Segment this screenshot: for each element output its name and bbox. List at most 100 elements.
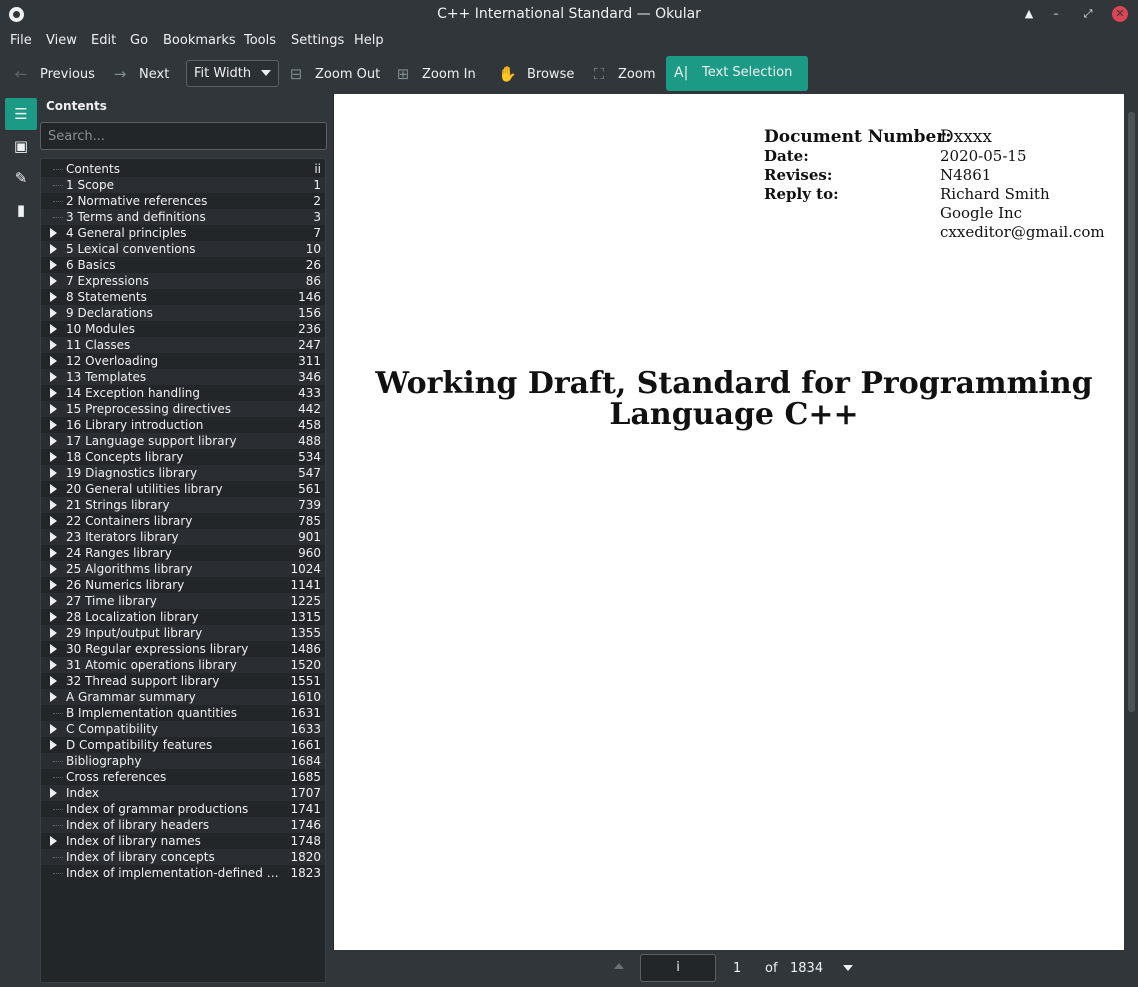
toc-item[interactable]: Index 1707 [41, 785, 325, 801]
toc-item[interactable]: 28 Localization library 1315 [41, 609, 325, 625]
menu-file[interactable]: File [10, 33, 32, 48]
toc-item[interactable]: 3 Terms and definitions 3 [41, 209, 325, 225]
toc-item[interactable]: 21 Strings library 739 [41, 497, 325, 513]
expand-arrow-icon[interactable] [50, 324, 57, 334]
toc-item[interactable]: 24 Ranges library 960 [41, 545, 325, 561]
expand-arrow-icon[interactable] [50, 628, 57, 638]
expand-arrow-icon[interactable] [50, 724, 57, 734]
toc-item[interactable]: 27 Time library 1225 [41, 593, 325, 609]
previous-page-icon[interactable] [614, 963, 624, 969]
next-button[interactable]: → Next [113, 57, 170, 91]
toc-item[interactable]: Cross references 1685 [41, 769, 325, 785]
toc-item[interactable]: 4 General principles 7 [41, 225, 325, 241]
expand-arrow-icon[interactable] [50, 468, 57, 478]
expand-arrow-icon[interactable] [50, 452, 57, 462]
expand-arrow-icon[interactable] [50, 660, 57, 670]
expand-arrow-icon[interactable] [50, 692, 57, 702]
expand-arrow-icon[interactable] [50, 292, 57, 302]
menu-bookmarks[interactable]: Bookmarks [163, 33, 236, 48]
minimize-icon[interactable]: – [1048, 6, 1064, 22]
expand-arrow-icon[interactable] [50, 516, 57, 526]
zoom-out-button[interactable]: ⊟ Zoom Out [289, 57, 380, 91]
toc-item[interactable]: 17 Language support library 488 [41, 433, 325, 449]
toc-item[interactable]: B Implementation quantities 1631 [41, 705, 325, 721]
toc-item[interactable]: 31 Atomic operations library 1520 [41, 657, 325, 673]
expand-arrow-icon[interactable] [50, 644, 57, 654]
menu-tools[interactable]: Tools [244, 33, 276, 48]
expand-arrow-icon[interactable] [50, 404, 57, 414]
toc-item[interactable]: 15 Preprocessing directives 442 [41, 401, 325, 417]
expand-arrow-icon[interactable] [50, 372, 57, 382]
expand-arrow-icon[interactable] [50, 340, 57, 350]
toc-item[interactable]: 11 Classes 247 [41, 337, 325, 353]
text-selection-button[interactable]: A| Text Selection [666, 56, 808, 91]
menu-view[interactable]: View [46, 33, 77, 48]
toc-item[interactable]: Index of library names 1748 [41, 833, 325, 849]
menu-go[interactable]: Go [130, 33, 148, 48]
toc-item[interactable]: 19 Diagnostics library 547 [41, 465, 325, 481]
toc-item[interactable]: 26 Numerics library 1141 [41, 577, 325, 593]
toc-item[interactable]: 30 Regular expressions library 1486 [41, 641, 325, 657]
expand-arrow-icon[interactable] [50, 564, 57, 574]
toc-item[interactable]: C Compatibility 1633 [41, 721, 325, 737]
toc-item[interactable]: 14 Exception handling 433 [41, 385, 325, 401]
contents-search-input[interactable] [40, 122, 327, 150]
toc-item[interactable]: Index of grammar productions 1741 [41, 801, 325, 817]
toc-item[interactable]: 25 Algorithms library 1024 [41, 561, 325, 577]
toc-item[interactable]: 18 Concepts library 534 [41, 449, 325, 465]
toc-item[interactable]: A Grammar summary 1610 [41, 689, 325, 705]
toc-item[interactable]: D Compatibility features 1661 [41, 737, 325, 753]
toc-item[interactable]: Index of implementation-defined b… 1823 [41, 865, 325, 881]
annotations-tab[interactable]: ✎ [5, 162, 37, 194]
toc-item[interactable]: 10 Modules 236 [41, 321, 325, 337]
keep-above-icon[interactable]: ▲ [1021, 6, 1037, 22]
toc-item[interactable]: 2 Normative references 2 [41, 193, 325, 209]
menu-help[interactable]: Help [354, 33, 384, 48]
expand-arrow-icon[interactable] [50, 276, 57, 286]
thumbnails-tab[interactable]: ▣ [5, 130, 37, 162]
expand-arrow-icon[interactable] [50, 484, 57, 494]
toc-item[interactable]: 29 Input/output library 1355 [41, 625, 325, 641]
zoom-tool-button[interactable]: ⛶ Zoom [592, 57, 656, 91]
expand-arrow-icon[interactable] [50, 676, 57, 686]
toc-item[interactable]: 22 Containers library 785 [41, 513, 325, 529]
toc-item[interactable]: 23 Iterators library 901 [41, 529, 325, 545]
toc-item[interactable]: 13 Templates 346 [41, 369, 325, 385]
toc-item[interactable]: 20 General utilities library 561 [41, 481, 325, 497]
scrollbar-thumb[interactable] [1128, 112, 1135, 712]
expand-arrow-icon[interactable] [50, 308, 57, 318]
expand-arrow-icon[interactable] [50, 596, 57, 606]
previous-button[interactable]: ← Previous [14, 57, 95, 91]
toc-item[interactable]: 5 Lexical conventions 10 [41, 241, 325, 257]
maximize-icon[interactable]: ⤢ [1080, 6, 1096, 22]
toc-item[interactable]: 6 Basics 26 [41, 257, 325, 273]
expand-arrow-icon[interactable] [50, 500, 57, 510]
toc-item[interactable]: 1 Scope 1 [41, 177, 325, 193]
expand-arrow-icon[interactable] [50, 244, 57, 254]
close-icon[interactable]: ✕ [1112, 6, 1128, 22]
zoom-mode-select[interactable]: Fit Width [186, 60, 279, 87]
toc-item[interactable]: 8 Statements 146 [41, 289, 325, 305]
toc-item[interactable]: Bibliography 1684 [41, 753, 325, 769]
toc-item[interactable]: 7 Expressions 86 [41, 273, 325, 289]
toc-item[interactable]: Index of library headers 1746 [41, 817, 325, 833]
next-page-icon[interactable] [843, 965, 853, 971]
bookmarks-tab[interactable]: ▮ [5, 194, 37, 226]
toc-item[interactable]: Index of library concepts 1820 [41, 849, 325, 865]
expand-arrow-icon[interactable] [50, 788, 57, 798]
zoom-in-button[interactable]: ⊞ Zoom In [396, 57, 476, 91]
toc-item[interactable]: 16 Library introduction 458 [41, 417, 325, 433]
expand-arrow-icon[interactable] [50, 436, 57, 446]
contents-tab[interactable]: ☰ [5, 98, 37, 130]
browse-button[interactable]: ✋ Browse [498, 57, 574, 91]
expand-arrow-icon[interactable] [50, 420, 57, 430]
toc-item[interactable]: 32 Thread support library 1551 [41, 673, 325, 689]
toc-item[interactable]: 12 Overloading 311 [41, 353, 325, 369]
expand-arrow-icon[interactable] [50, 580, 57, 590]
toc-item[interactable]: 9 Declarations 156 [41, 305, 325, 321]
document-view[interactable]: Document Number: Dxxxx Date: 2020-05-15 Revi… [333, 94, 1134, 950]
menu-settings[interactable]: Settings [291, 33, 344, 48]
expand-arrow-icon[interactable] [50, 548, 57, 558]
expand-arrow-icon[interactable] [50, 260, 57, 270]
expand-arrow-icon[interactable] [50, 388, 57, 398]
